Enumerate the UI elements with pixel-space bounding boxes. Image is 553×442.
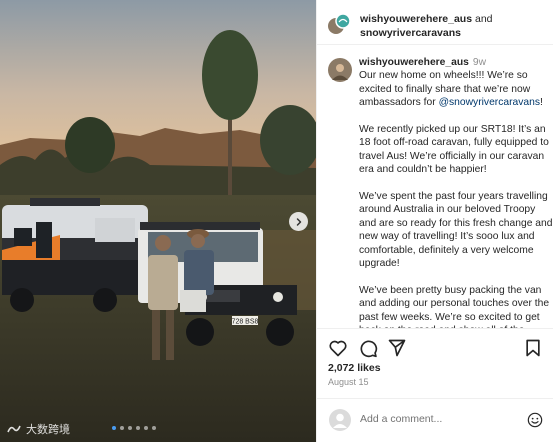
caption-paragraph-2: We recently picked up our SRT18! It’s an… xyxy=(359,124,549,176)
caption-paragraph-3: We’ve spent the past four years travelli… xyxy=(359,191,553,270)
watermark: 大数跨境 xyxy=(6,421,70,437)
header-and-text: and xyxy=(474,13,493,25)
carousel-dot xyxy=(112,426,116,430)
license-plate-text: 728 BS8 xyxy=(232,319,259,326)
mention-link[interactable]: @snowyrivercaravans xyxy=(439,97,540,108)
comment-bar xyxy=(317,398,553,442)
carousel-dot xyxy=(144,426,148,430)
caption-username-link[interactable]: wishyouwerehere_aus xyxy=(359,57,469,68)
post-header-text: wishyouwerehere_aus and snowyrivercarava… xyxy=(360,12,493,40)
caption-timestamp[interactable]: 9w xyxy=(473,57,486,68)
watermark-text: 大数跨境 xyxy=(26,424,70,436)
header-username-link[interactable]: wishyouwerehere_aus xyxy=(360,13,472,25)
carousel-dots xyxy=(112,426,156,430)
header-collab-username-link[interactable]: snowyrivercaravans xyxy=(360,27,461,39)
caption-area: wishyouwerehere_aus 9w Our new home on wh… xyxy=(317,50,553,328)
collab-avatar[interactable] xyxy=(328,13,350,35)
current-user-avatar xyxy=(329,409,351,431)
post-side-panel: wishyouwerehere_aus and snowyrivercarava… xyxy=(316,0,553,442)
post-header: wishyouwerehere_aus and snowyrivercarava… xyxy=(317,0,553,45)
caption-text: wishyouwerehere_aus 9w Our new home on wh… xyxy=(359,56,553,328)
watermark-logo-icon xyxy=(7,425,21,433)
likes-count[interactable]: 2,072 likes xyxy=(328,362,381,374)
comment-input[interactable] xyxy=(360,413,510,425)
caption-paragraph-1b: ! xyxy=(540,97,543,109)
smiley-icon[interactable] xyxy=(527,412,543,428)
next-image-button[interactable] xyxy=(289,212,308,231)
chevron-right-icon xyxy=(296,217,301,226)
post-photo[interactable]: 728 BS8 大数跨境 xyxy=(0,0,316,442)
bookmark-icon[interactable] xyxy=(523,338,543,358)
comment-bubble-icon[interactable] xyxy=(358,338,378,358)
post-date[interactable]: August 15 xyxy=(328,377,369,387)
heart-icon[interactable] xyxy=(328,338,348,358)
post-actions-bar xyxy=(317,328,553,362)
caption-avatar[interactable] xyxy=(328,58,352,82)
carousel-dot xyxy=(152,426,156,430)
carousel-dot xyxy=(136,426,140,430)
paper-plane-icon[interactable] xyxy=(387,338,407,358)
carousel-dot xyxy=(120,426,124,430)
caption-paragraph-4: We’ve been pretty busy packing the van a… xyxy=(359,284,550,328)
caravan-scene-image: 728 BS8 xyxy=(0,0,316,442)
carousel-dot xyxy=(128,426,132,430)
